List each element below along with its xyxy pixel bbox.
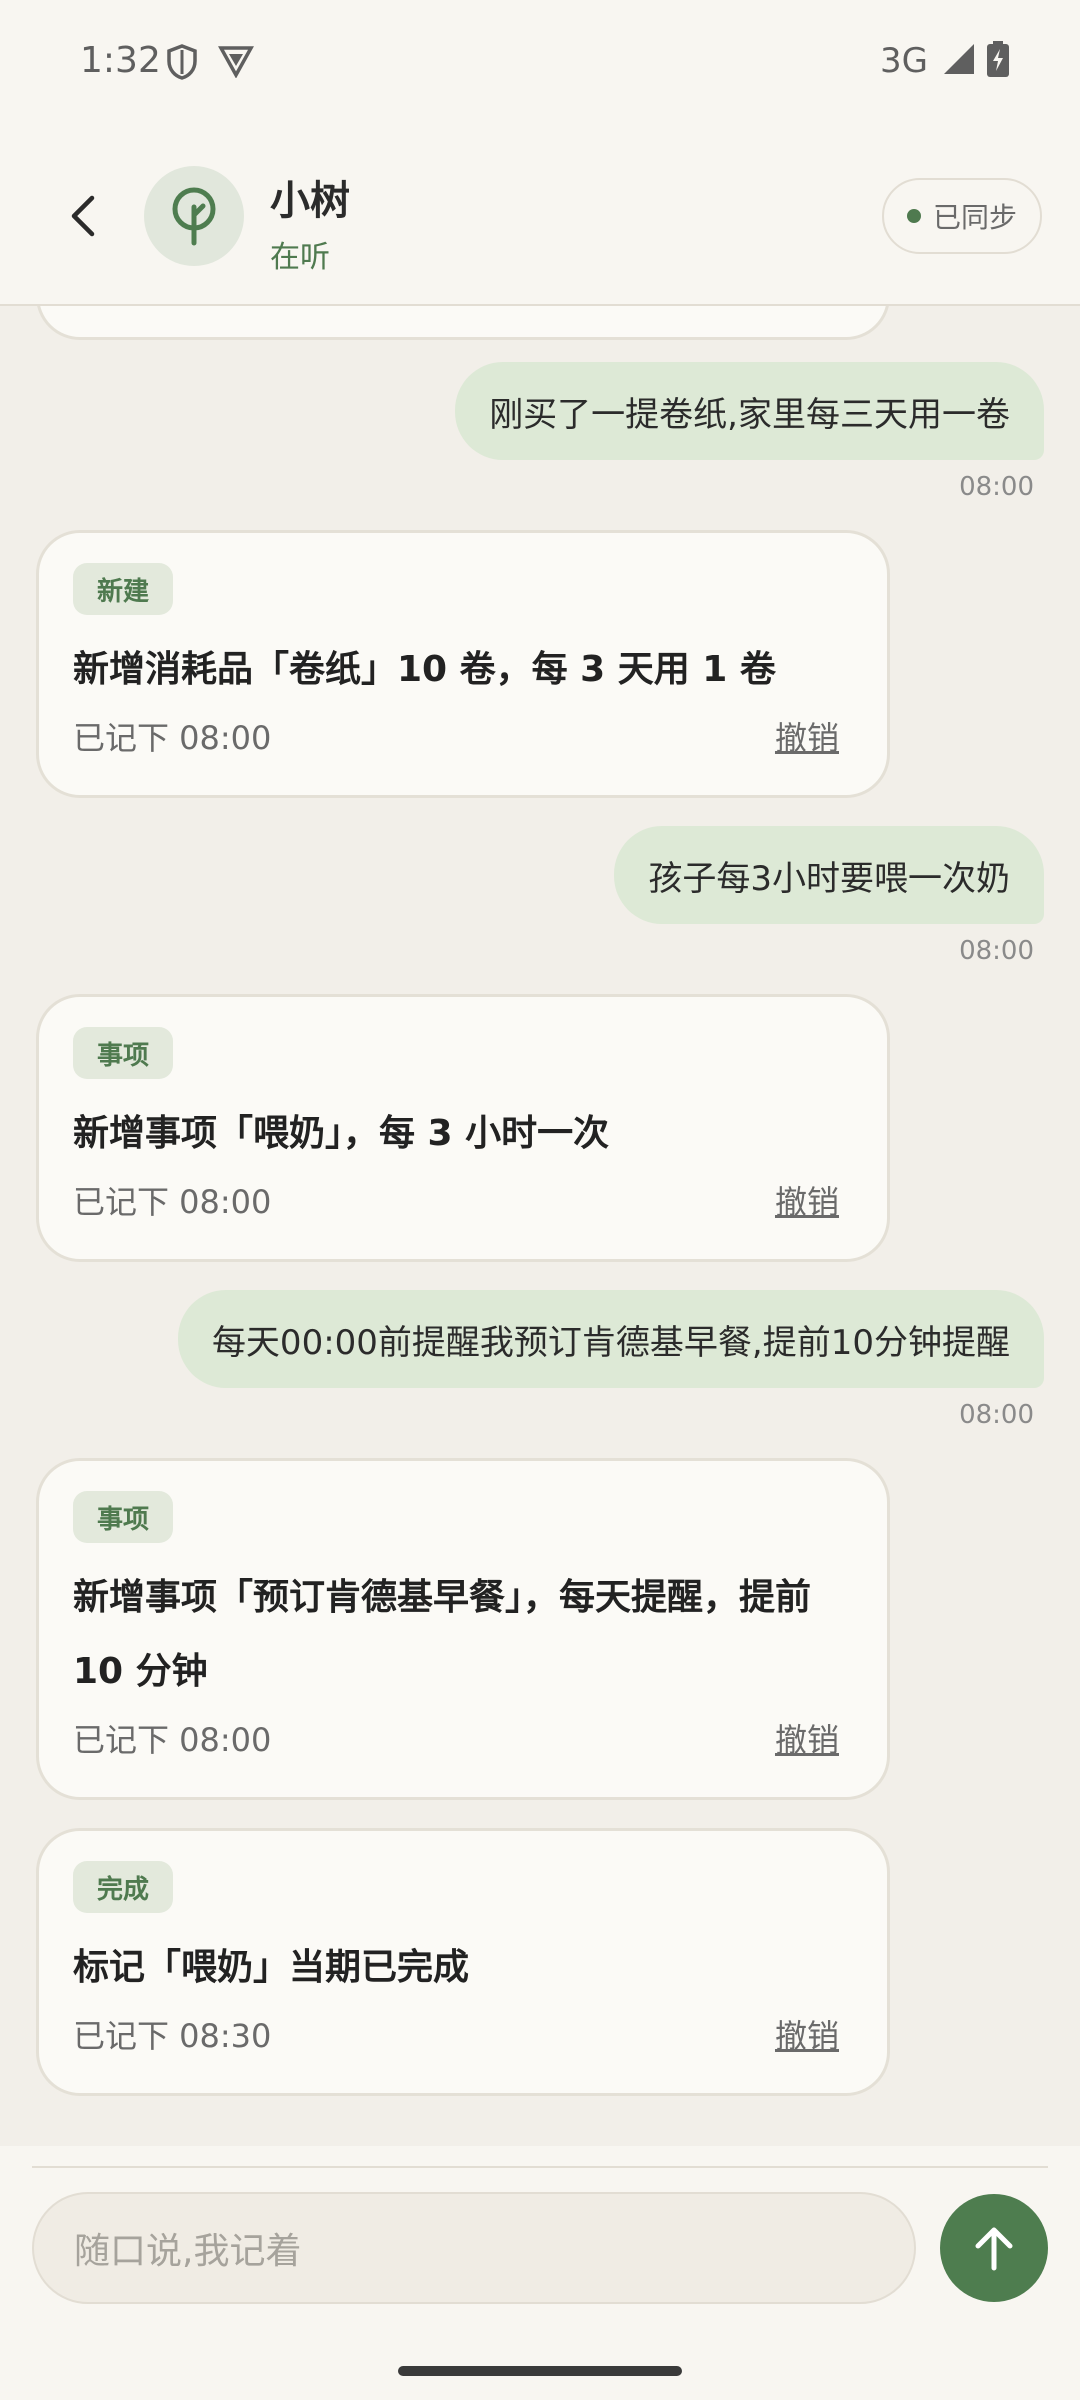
- undo-link[interactable]: 撤销: [775, 2011, 839, 2057]
- message-card-partial: [36, 306, 890, 340]
- send-button[interactable]: [940, 2194, 1048, 2302]
- contact-status: 在听: [270, 240, 330, 275]
- message-text: 每天00:00前提醒我预订肯德基早餐,提前10分钟提醒: [211, 1322, 1010, 1363]
- chat-header: 小树 在听 已同步: [0, 128, 1080, 306]
- card-tag: 事项: [73, 1027, 174, 1079]
- card-tag: 事项: [73, 1491, 174, 1543]
- message-time: 08:00: [959, 1400, 1034, 1430]
- sync-status-badge: 已同步: [882, 178, 1042, 254]
- user-message: 刚买了一提卷纸,家里每三天用一卷: [455, 362, 1044, 460]
- undo-link[interactable]: 撤销: [775, 1715, 839, 1761]
- signal-icon: [942, 42, 976, 80]
- shield-icon: [166, 44, 198, 84]
- message-time: 08:00: [959, 472, 1034, 502]
- card-text: 标记「喂奶」当期已完成: [73, 1947, 470, 1988]
- contact-name: 小树: [270, 178, 350, 224]
- undo-link[interactable]: 撤销: [775, 1177, 839, 1223]
- user-message: 孩子每3小时要喂一次奶: [614, 826, 1044, 924]
- chat-area[interactable]: 刚买了一提卷纸,家里每三天用一卷 08:00 新建 新增消耗品「卷纸」10 卷，…: [0, 306, 1080, 2146]
- network-type: 3G: [880, 41, 928, 81]
- card-footer: 已记下 08:00: [73, 1183, 272, 1221]
- card-text: 新增消耗品「卷纸」10 卷，每 3 天用 1 卷: [73, 649, 776, 690]
- message-card: 新建 新增消耗品「卷纸」10 卷，每 3 天用 1 卷 已记下 08:00 撤销: [36, 530, 890, 798]
- user-message: 每天00:00前提醒我预订肯德基早餐,提前10分钟提醒: [177, 1290, 1044, 1388]
- message-time: 08:00: [959, 936, 1034, 966]
- status-bar: 1:32 3G: [0, 0, 1080, 128]
- status-time: 1:32: [80, 40, 161, 81]
- card-footer: 已记下 08:00: [73, 1721, 272, 1759]
- vpn-icon: [218, 44, 254, 84]
- input-bar: 随口说,我记着: [0, 2146, 1080, 2400]
- card-footer: 已记下 08:30: [73, 2017, 272, 2055]
- undo-link[interactable]: 撤销: [775, 713, 839, 759]
- back-button[interactable]: [58, 188, 108, 244]
- arrow-up-icon: [975, 2227, 1013, 2271]
- card-tag: 新建: [73, 563, 174, 615]
- message-text: 孩子每3小时要喂一次奶: [648, 858, 1010, 899]
- battery-charging-icon: [986, 40, 1010, 82]
- message-text: 刚买了一提卷纸,家里每三天用一卷: [489, 394, 1010, 435]
- message-card: 事项 新增事项「预订肯德基早餐」，每天提醒，提前 10 分钟 已记下 08:00…: [36, 1458, 890, 1800]
- card-footer: 已记下 08:00: [73, 719, 272, 757]
- message-input[interactable]: 随口说,我记着: [32, 2192, 916, 2304]
- avatar[interactable]: [144, 166, 244, 266]
- divider: [32, 2166, 1048, 2168]
- tree-icon: [172, 187, 216, 246]
- home-indicator[interactable]: [398, 2366, 682, 2376]
- sync-dot-icon: [906, 209, 921, 223]
- sync-label: 已同步: [932, 201, 1017, 234]
- card-tag: 完成: [73, 1861, 174, 1913]
- card-text: 新增事项「喂奶」，每 3 小时一次: [73, 1113, 610, 1154]
- input-placeholder: 随口说,我记着: [74, 2231, 302, 2272]
- message-card: 事项 新增事项「喂奶」，每 3 小时一次 已记下 08:00 撤销: [36, 994, 890, 1262]
- card-text: 新增事项「预订肯德基早餐」，每天提醒，提前 10 分钟: [73, 1577, 812, 1692]
- message-card: 完成 标记「喂奶」当期已完成 已记下 08:30 撤销: [36, 1828, 890, 2096]
- back-arrow-icon: [71, 195, 95, 237]
